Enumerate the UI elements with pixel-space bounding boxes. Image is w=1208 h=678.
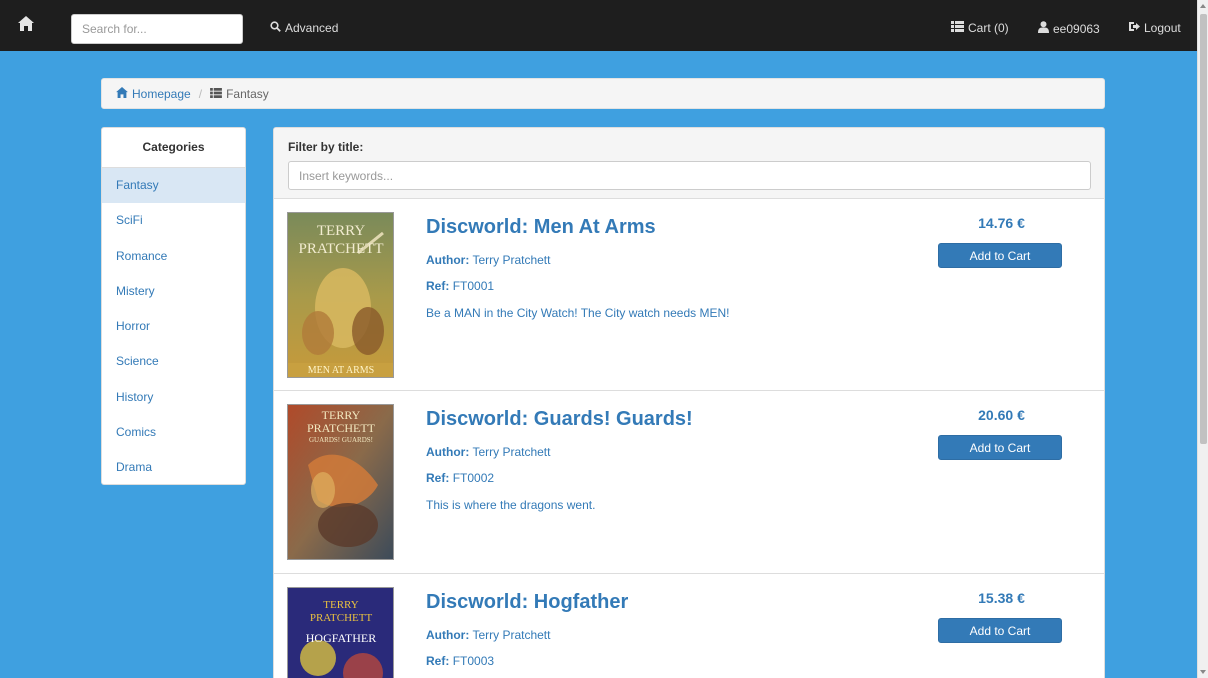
- sidebar-title: Categories: [102, 128, 245, 168]
- filter-box: Filter by title:: [274, 128, 1104, 199]
- home-icon[interactable]: [18, 16, 36, 34]
- author-label: Author:: [426, 445, 470, 459]
- book-description: This is where the dragons went.: [426, 498, 596, 512]
- book-author: Author: Terry Pratchett: [426, 445, 550, 459]
- breadcrumb-current: Fantasy: [210, 87, 269, 101]
- user-link[interactable]: ee09063: [1038, 21, 1100, 36]
- sidebar-item-comics[interactable]: Comics: [102, 415, 245, 450]
- user-label: ee09063: [1053, 21, 1100, 36]
- book-cover-image[interactable]: TERRY PRATCHETT HOGFATHER: [287, 587, 394, 678]
- add-to-cart-button[interactable]: Add to Cart: [938, 435, 1062, 460]
- book-ref: Ref: FT0001: [426, 279, 494, 293]
- breadcrumb-separator: /: [198, 86, 203, 101]
- sidebar-item-fantasy[interactable]: Fantasy: [102, 168, 245, 204]
- sidebar-item-romance[interactable]: Romance: [102, 239, 245, 274]
- cover-text: PRATCHETT: [310, 612, 373, 624]
- logout-icon: [1128, 21, 1140, 35]
- advanced-search-label: Advanced: [285, 21, 339, 35]
- book-ref: Ref: FT0002: [426, 471, 494, 485]
- cover-text: TERRY: [322, 408, 361, 422]
- cover-text: TERRY: [323, 599, 359, 611]
- author-value: Terry Pratchett: [472, 628, 551, 642]
- cover-text: HOGFATHER: [306, 631, 376, 645]
- cover-text: GUARDS! GUARDS!: [309, 436, 373, 444]
- book-title-link[interactable]: Discworld: Hogfather: [426, 591, 628, 614]
- ref-label: Ref:: [426, 654, 450, 668]
- sidebar-item-scifi[interactable]: SciFi: [102, 203, 245, 238]
- ref-value: FT0003: [452, 654, 495, 668]
- sidebar-item-science[interactable]: Science: [102, 344, 245, 379]
- cover-text: MEN AT ARMS: [308, 365, 375, 376]
- book-price: 20.60 €: [978, 407, 1025, 423]
- add-to-cart-button[interactable]: Add to Cart: [938, 618, 1062, 643]
- author-value: Terry Pratchett: [472, 253, 551, 267]
- book-item: TERRY PRATCHETT HOGFATHER Discworld: Hog…: [274, 574, 1104, 678]
- search-input[interactable]: [71, 14, 243, 44]
- home-icon: [116, 86, 128, 101]
- cover-text: PRATCHETT: [298, 241, 383, 257]
- book-list-panel: Filter by title: TERRY PRATCHETT MEN AT …: [273, 127, 1105, 678]
- book-author: Author: Terry Pratchett: [426, 628, 550, 642]
- sidebar-item-mistery[interactable]: Mistery: [102, 274, 245, 309]
- book-item: TERRY PRATCHETT MEN AT ARMS Discworld: M…: [274, 199, 1104, 391]
- ref-label: Ref:: [426, 279, 450, 293]
- book-price: 15.38 €: [978, 590, 1025, 606]
- logout-link[interactable]: Logout: [1128, 21, 1181, 35]
- book-cover-image[interactable]: TERRY PRATCHETT GUARDS! GUARDS!: [287, 404, 394, 560]
- book-ref: Ref: FT0003: [426, 654, 494, 668]
- sidebar-item-drama[interactable]: Drama: [102, 450, 245, 484]
- book-price: 14.76 €: [978, 215, 1025, 231]
- book-author: Author: Terry Pratchett: [426, 253, 550, 267]
- categories-sidebar: Categories Fantasy SciFi Romance Mistery…: [101, 127, 246, 485]
- top-navbar: Advanced Cart (0) ee09063 Logout: [0, 0, 1197, 51]
- page-scrollbar[interactable]: [1197, 0, 1208, 678]
- ref-value: FT0002: [452, 471, 495, 485]
- filter-label: Filter by title:: [288, 140, 364, 154]
- search-icon: [270, 21, 281, 35]
- book-description: Be a MAN in the City Watch! The City wat…: [426, 306, 730, 320]
- author-label: Author:: [426, 253, 470, 267]
- cover-text: PRATCHETT: [307, 421, 376, 435]
- list-icon: [951, 21, 964, 35]
- logout-label: Logout: [1144, 21, 1181, 35]
- cart-label: Cart (0): [968, 21, 1009, 35]
- ref-value: FT0001: [452, 279, 495, 293]
- author-value: Terry Pratchett: [472, 445, 551, 459]
- cart-link[interactable]: Cart (0): [951, 21, 1009, 35]
- filter-input[interactable]: [288, 161, 1091, 190]
- breadcrumb-home-link[interactable]: Homepage: [116, 86, 191, 101]
- scroll-up-icon[interactable]: [1200, 4, 1206, 8]
- ref-label: Ref:: [426, 471, 450, 485]
- user-icon: [1038, 21, 1049, 36]
- sidebar-item-horror[interactable]: Horror: [102, 309, 245, 344]
- scroll-down-icon[interactable]: [1200, 670, 1206, 674]
- book-cover-image[interactable]: TERRY PRATCHETT MEN AT ARMS: [287, 212, 394, 378]
- scroll-thumb[interactable]: [1200, 14, 1207, 444]
- book-item: TERRY PRATCHETT GUARDS! GUARDS! Discworl…: [274, 391, 1104, 574]
- breadcrumb: Homepage / Fantasy: [101, 78, 1105, 109]
- author-label: Author:: [426, 628, 470, 642]
- list-icon: [210, 87, 222, 101]
- advanced-search-link[interactable]: Advanced: [270, 21, 338, 35]
- breadcrumb-home-label: Homepage: [132, 86, 191, 101]
- book-title-link[interactable]: Discworld: Guards! Guards!: [426, 408, 693, 431]
- add-to-cart-button[interactable]: Add to Cart: [938, 243, 1062, 268]
- book-title-link[interactable]: Discworld: Men At Arms: [426, 216, 656, 239]
- sidebar-item-history[interactable]: History: [102, 380, 245, 415]
- cover-text: TERRY: [317, 223, 366, 239]
- breadcrumb-current-label: Fantasy: [226, 86, 269, 101]
